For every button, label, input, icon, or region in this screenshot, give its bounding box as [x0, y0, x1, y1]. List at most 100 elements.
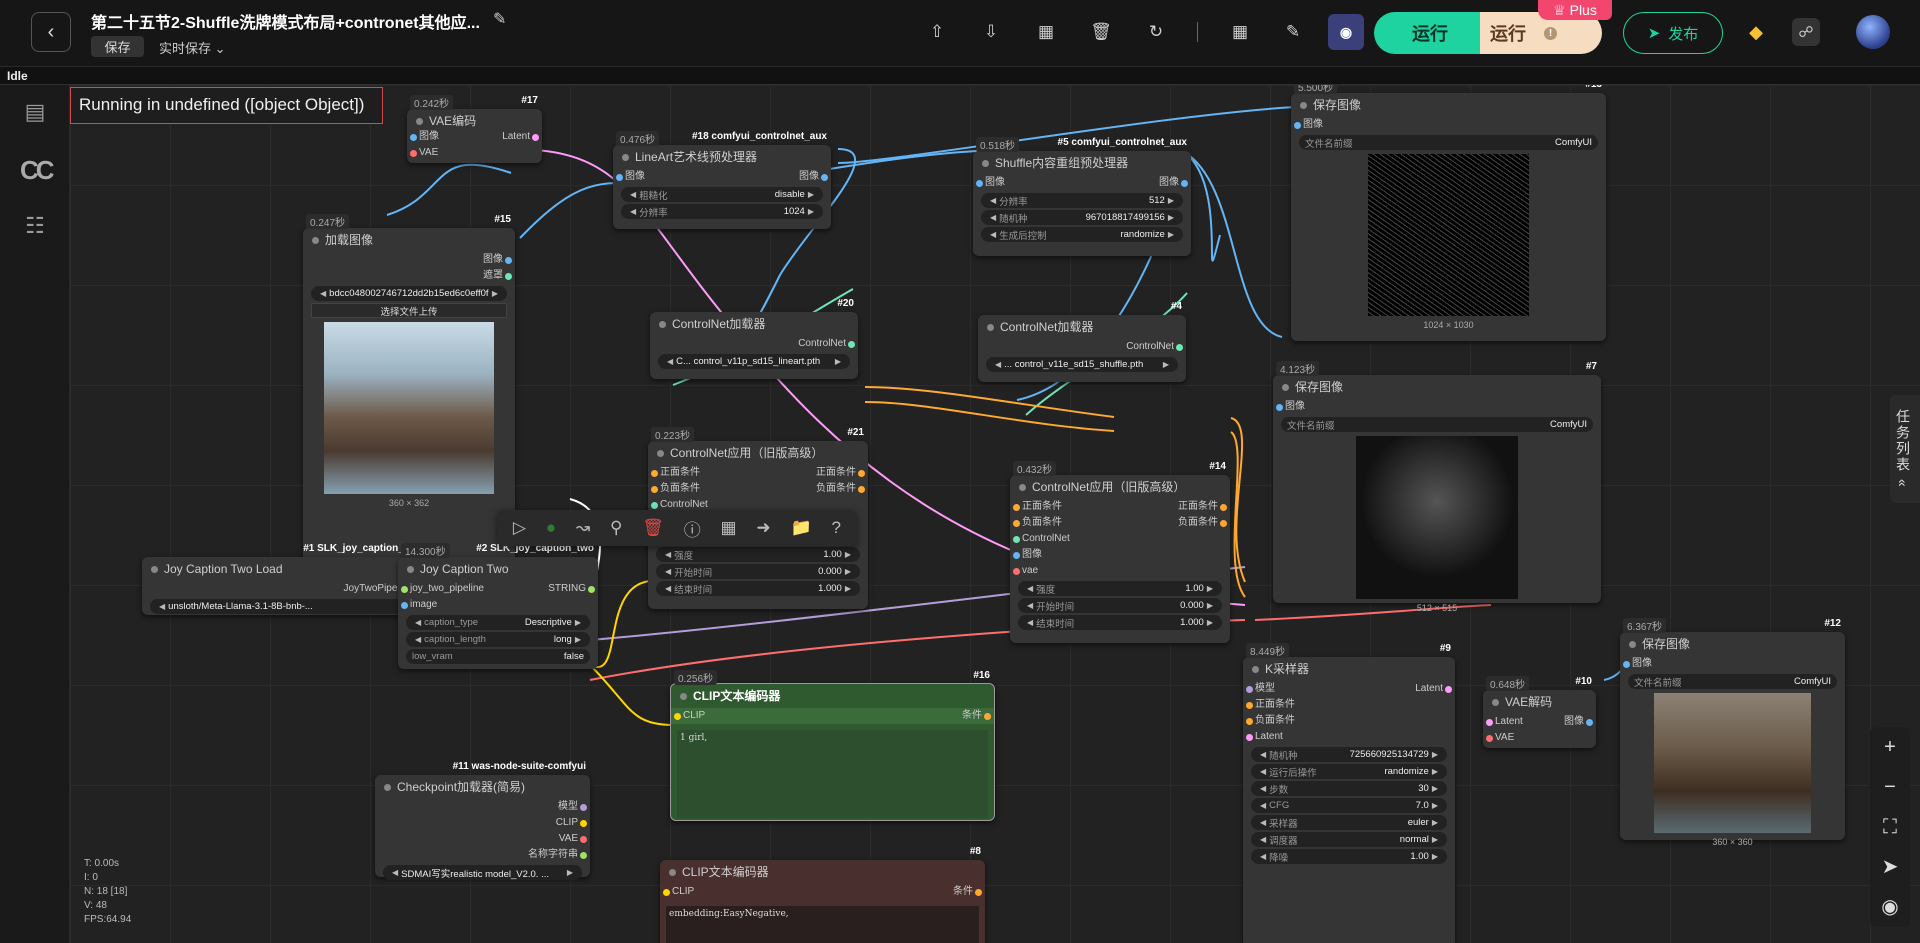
- input-pipeline[interactable]: joy_two_pipeline: [398, 581, 484, 597]
- prompt-textarea[interactable]: 1 girl,: [677, 730, 988, 818]
- node-shuffle[interactable]: 0.518秒 #5 comfyui_controlnet_aux Shuffle…: [973, 137, 1191, 256]
- play-icon[interactable]: ▷: [513, 518, 526, 538]
- navigate-icon[interactable]: ➤: [1870, 847, 1910, 887]
- checkpoint-select[interactable]: ◀ SDMAI写实realistic model_V2.0. ... ▶: [383, 865, 582, 880]
- upload-icon[interactable]: ⇧: [925, 20, 949, 44]
- node-controlnet-loader-1[interactable]: #20 ControlNet加载器 ControlNet ◀ C... contr…: [650, 298, 858, 379]
- filename-prefix-widget[interactable]: 文件名前缀 ComfyUI: [1628, 674, 1837, 689]
- output-image[interactable]: 图像: [303, 252, 515, 268]
- input-positive[interactable]: 正面条件: [1243, 697, 1295, 713]
- input-latent[interactable]: Latent: [1483, 714, 1523, 730]
- node-canvas[interactable]: Running in undefined ([object Object]) 0…: [70, 85, 1920, 943]
- controlnet-model-select[interactable]: ◀... control_v11e_sd15_shuffle.pth ▶: [986, 357, 1178, 372]
- caption-type-widget[interactable]: ◀ caption_type Descriptive ▶: [406, 615, 590, 630]
- input-controlnet[interactable]: ControlNet: [1010, 531, 1070, 547]
- node-controlnet-apply-2[interactable]: 0.432秒 #14 ControlNet应用（旧版高级） 正面条件 负面条件 …: [1010, 461, 1230, 643]
- input-image[interactable]: 图像: [1010, 547, 1070, 563]
- input-image[interactable]: 图像: [1273, 399, 1601, 415]
- input-image[interactable]: 图像: [613, 169, 645, 185]
- grid-icon[interactable]: ▦: [1228, 20, 1252, 44]
- end-percent-widget[interactable]: ◀ 结束时间 1.000 ▶: [656, 581, 860, 596]
- node-vae-decode[interactable]: 0.648秒 #10 VAE解码 Latent VAE 图像: [1483, 676, 1596, 748]
- pin-icon[interactable]: ⚲: [610, 518, 622, 538]
- zoom-out-icon[interactable]: −: [1870, 767, 1910, 807]
- grid-icon[interactable]: ▦: [721, 518, 737, 538]
- input-image[interactable]: 图像: [407, 129, 439, 145]
- output-clip[interactable]: CLIP: [375, 815, 590, 831]
- node-ksampler[interactable]: 8.449秒 #9 K采样器 模型 正面条件 负面条件 Latent Laten…: [1243, 643, 1455, 943]
- start-percent-widget[interactable]: ◀ 开始时间 0.000 ▶: [1018, 598, 1222, 613]
- node-save-image-2[interactable]: 4.123秒 #7 保存图像 图像 文件名前缀 ComfyUI 512 × 515: [1273, 361, 1601, 613]
- resolution-widget[interactable]: ◀ 分辨率 1024 ▶: [621, 204, 823, 219]
- output-latent[interactable]: Latent: [1415, 681, 1455, 697]
- output-latent[interactable]: Latent: [502, 129, 542, 145]
- node-controlnet-loader-2[interactable]: #4 ControlNet加载器 ControlNet ◀... control…: [978, 301, 1186, 382]
- eye-icon[interactable]: ◉: [1870, 887, 1910, 927]
- help-icon[interactable]: ?: [832, 518, 841, 538]
- output-vae[interactable]: VAE: [375, 831, 590, 847]
- input-positive[interactable]: 正面条件: [1010, 499, 1070, 515]
- color-picker-icon[interactable]: ●: [546, 518, 556, 538]
- output-controlnet[interactable]: ControlNet: [978, 339, 1186, 355]
- input-negative[interactable]: 负面条件: [1010, 515, 1070, 531]
- input-image[interactable]: image: [398, 597, 484, 613]
- input-clip[interactable]: CLIP: [671, 708, 705, 724]
- cfg-widget[interactable]: ◀ CFG 7.0 ▶: [1251, 798, 1447, 813]
- document-icon[interactable]: ▤: [20, 99, 50, 129]
- input-vae[interactable]: vae: [1010, 563, 1070, 579]
- llm-model-select[interactable]: ◀unsloth/Meta-Llama-3.1-8B-bnb-...▶: [150, 599, 417, 614]
- output-conditioning[interactable]: 条件: [962, 708, 994, 724]
- delete-icon[interactable]: 🗑: [642, 518, 664, 538]
- output-name-string[interactable]: 名称字符串: [375, 847, 590, 863]
- image-file-select[interactable]: ◀bdcc048002746712dd2b15ed6c0eff0f6a...▶: [311, 286, 507, 301]
- node-clip-text-encode-negative[interactable]: #8 CLIP文本编码器 CLIP 条件 embedding:EasyNegat…: [660, 846, 985, 943]
- input-vae[interactable]: VAE: [407, 145, 438, 161]
- input-image[interactable]: 图像: [1620, 656, 1845, 672]
- strength-widget[interactable]: ◀ 强度 1.00 ▶: [1018, 581, 1222, 596]
- upload-button[interactable]: 选择文件上传: [311, 303, 507, 318]
- output-negative[interactable]: 负面条件: [1178, 515, 1230, 531]
- node-joy-caption-load[interactable]: #1 SLK_joy_caption_two Joy Caption Two L…: [142, 543, 425, 615]
- output-negative[interactable]: 负面条件: [816, 481, 868, 497]
- output-conditioning[interactable]: 条件: [953, 884, 985, 900]
- coarse-widget[interactable]: ◀ 粗糙化 disable ▶: [621, 187, 823, 202]
- end-percent-widget[interactable]: ◀ 结束时间 1.000 ▶: [1018, 615, 1222, 630]
- output-mask[interactable]: 遮罩: [303, 268, 515, 284]
- output-image[interactable]: 图像: [1564, 714, 1596, 730]
- denoise-widget[interactable]: ◀ 降噪 1.00 ▶: [1251, 849, 1447, 864]
- edit-title-icon[interactable]: ✎: [493, 9, 506, 29]
- start-percent-widget[interactable]: ◀ 开始时间 0.000 ▶: [656, 564, 860, 579]
- scheduler-widget[interactable]: ◀ 调度器 normal ▶: [1251, 832, 1447, 847]
- prompt-textarea[interactable]: embedding:EasyNegative,: [666, 906, 979, 943]
- autosave-dropdown[interactable]: 实时保存 ⌄: [159, 38, 226, 57]
- output-pipeline[interactable]: JoyTwoPipeline: [142, 581, 425, 597]
- node-clip-text-encode-positive[interactable]: 0.256秒 #16 CLIP文本编码器 CLIP 条件 1 girl,: [670, 670, 995, 821]
- strength-widget[interactable]: ◀ 强度 1.00 ▶: [656, 547, 860, 562]
- discord-icon[interactable]: ◉: [1328, 14, 1364, 50]
- input-latent[interactable]: Latent: [1243, 729, 1295, 745]
- low-vram-toggle[interactable]: low_vram false: [406, 649, 590, 664]
- globe-icon[interactable]: ☍: [1792, 18, 1820, 46]
- zoom-in-icon[interactable]: +: [1870, 727, 1910, 767]
- refresh-icon[interactable]: ↻: [1144, 20, 1168, 44]
- input-image[interactable]: 图像: [1291, 117, 1606, 133]
- node-checkpoint-loader[interactable]: #11 was-node-suite-comfyui Checkpoint加载器…: [375, 761, 590, 880]
- screenshot-icon[interactable]: ▦: [1034, 20, 1058, 44]
- filename-prefix-widget[interactable]: 文件名前缀 ComfyUI: [1299, 135, 1598, 150]
- diamond-icon[interactable]: ◆: [1743, 22, 1769, 42]
- input-positive[interactable]: 正面条件: [648, 465, 708, 481]
- control-after-widget[interactable]: ◀ 运行后操作 randomize ▶: [1251, 764, 1447, 779]
- output-controlnet[interactable]: ControlNet: [650, 336, 858, 352]
- output-image[interactable]: 图像: [799, 169, 831, 185]
- info-icon[interactable]: ⓘ: [684, 516, 701, 541]
- run-button[interactable]: 运行: [1374, 12, 1486, 54]
- arrow-circle-icon[interactable]: ➜: [756, 518, 770, 538]
- back-button[interactable]: ‹: [31, 12, 71, 52]
- node-tree-icon[interactable]: ☷: [20, 213, 50, 243]
- node-joy-caption-two[interactable]: 14.300秒 #2 SLK_joy_caption_two Joy Capti…: [398, 543, 598, 669]
- input-image[interactable]: 图像: [973, 175, 1005, 191]
- output-image[interactable]: 图像: [1159, 175, 1191, 191]
- resolution-widget[interactable]: ◀ 分辨率 512 ▶: [981, 193, 1183, 208]
- input-model[interactable]: 模型: [1243, 681, 1295, 697]
- save-button[interactable]: 保存: [91, 36, 144, 57]
